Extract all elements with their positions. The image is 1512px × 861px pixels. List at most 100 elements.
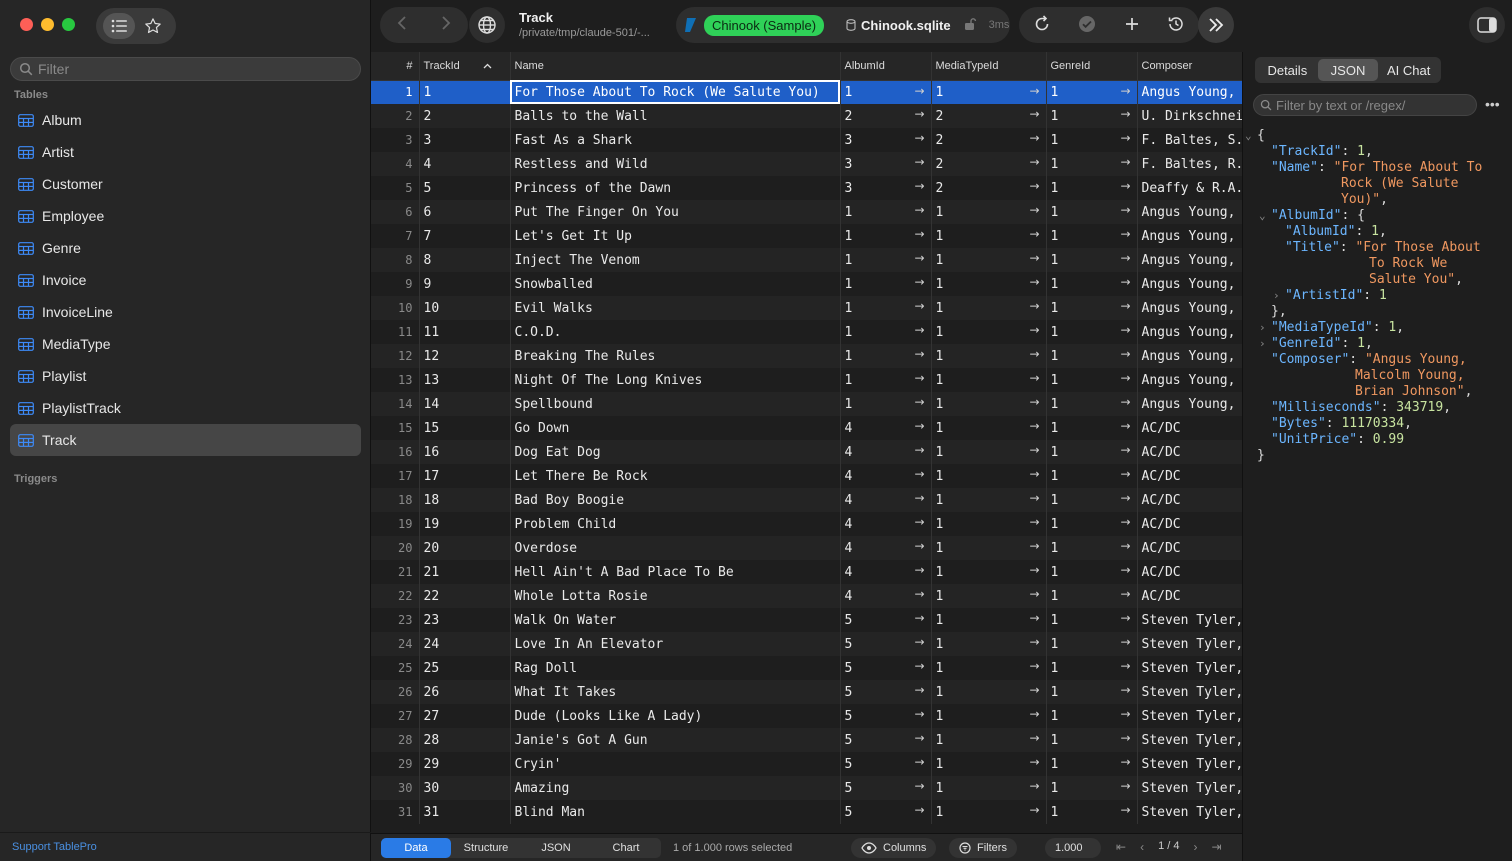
foreign-key-arrow-icon[interactable]: → <box>914 107 924 121</box>
foreign-key-arrow-icon[interactable]: → <box>1029 251 1039 265</box>
foreign-key-arrow-icon[interactable]: → <box>1120 227 1130 241</box>
cell-trackid[interactable]: 1 <box>419 80 511 104</box>
cell-name[interactable]: Cryin' <box>510 752 841 776</box>
cell-mediatypeid[interactable]: 1 → <box>931 776 1047 800</box>
cell-albumid[interactable]: 5 → <box>840 728 932 752</box>
foreign-key-arrow-icon[interactable]: → <box>1120 155 1130 169</box>
cell-trackid[interactable]: 14 <box>419 392 511 416</box>
cell-trackid[interactable]: 15 <box>419 416 511 440</box>
cell-genreid[interactable]: 1 → <box>1046 416 1138 440</box>
foreign-key-arrow-icon[interactable]: → <box>1120 107 1130 121</box>
cell-name[interactable]: Blind Man <box>510 800 841 824</box>
cell-mediatypeid[interactable]: 1 → <box>931 608 1047 632</box>
minimize-window-button[interactable] <box>41 18 54 31</box>
cell-albumid[interactable]: 5 → <box>840 656 932 680</box>
cell-trackid[interactable]: 8 <box>419 248 511 272</box>
foreign-key-arrow-icon[interactable]: → <box>1029 755 1039 769</box>
table-row[interactable]: 30 30 Amazing 5 → 1 → 1 → Steven Tyler, <box>371 776 1242 800</box>
cell-name[interactable]: Let There Be Rock <box>510 464 841 488</box>
column-header-albumid[interactable]: AlbumId <box>840 52 932 81</box>
cell-composer[interactable]: AC/DC <box>1137 464 1242 488</box>
sidebar-item-playlisttrack[interactable]: PlaylistTrack <box>10 392 361 424</box>
foreign-key-arrow-icon[interactable]: → <box>1029 275 1039 289</box>
foreign-key-arrow-icon[interactable]: → <box>1120 755 1130 769</box>
cell-name[interactable]: Balls to the Wall <box>510 104 841 128</box>
cell-name[interactable]: Rag Doll <box>510 656 841 680</box>
foreign-key-arrow-icon[interactable]: → <box>914 443 924 457</box>
prev-page-button[interactable]: ‹ <box>1140 840 1144 854</box>
foreign-key-arrow-icon[interactable]: → <box>1029 419 1039 433</box>
chevron-right-icon[interactable]: › <box>1259 336 1266 352</box>
cell-albumid[interactable]: 4 → <box>840 536 932 560</box>
cell-trackid[interactable]: 20 <box>419 536 511 560</box>
foreign-key-arrow-icon[interactable]: → <box>914 635 924 649</box>
cell-mediatypeid[interactable]: 2 → <box>931 152 1047 176</box>
table-row[interactable]: 17 17 Let There Be Rock 4 → 1 → 1 → AC/DC <box>371 464 1242 488</box>
cell-mediatypeid[interactable]: 1 → <box>931 680 1047 704</box>
column-header-mediatypeid[interactable]: MediaTypeId <box>931 52 1047 81</box>
cell-mediatypeid[interactable]: 1 → <box>931 344 1047 368</box>
cell-mediatypeid[interactable]: 1 → <box>931 704 1047 728</box>
ellipsis-icon[interactable]: ••• <box>1485 96 1500 112</box>
cell-mediatypeid[interactable]: 1 → <box>931 392 1047 416</box>
cell-mediatypeid[interactable]: 1 → <box>931 368 1047 392</box>
foreign-key-arrow-icon[interactable]: → <box>1029 347 1039 361</box>
sidebar-item-employee[interactable]: Employee <box>10 200 361 232</box>
table-row[interactable]: 8 8 Inject The Venom 1 → 1 → 1 → Angus Young, <box>371 248 1242 272</box>
connection-status[interactable]: Chinook (Sample) Chinook.sqlite 3ms <box>676 7 1010 43</box>
filters-button[interactable]: Filters <box>949 838 1017 858</box>
column-header-genreid[interactable]: GenreId <box>1046 52 1138 81</box>
cell-albumid[interactable]: 1 → <box>840 344 932 368</box>
foreign-key-arrow-icon[interactable]: → <box>914 731 924 745</box>
cell-name[interactable]: Dude (Looks Like A Lady) <box>510 704 841 728</box>
cell-composer[interactable]: Steven Tyler, <box>1137 800 1242 824</box>
foreign-key-arrow-icon[interactable]: → <box>1029 467 1039 481</box>
cell-mediatypeid[interactable]: 1 → <box>931 536 1047 560</box>
foreign-key-arrow-icon[interactable]: → <box>1029 659 1039 673</box>
foreign-key-arrow-icon[interactable]: → <box>1029 635 1039 649</box>
cell-albumid[interactable]: 1 → <box>840 296 932 320</box>
table-row[interactable]: 5 5 Princess of the Dawn 3 → 2 → 1 → Deaffy & R.A… <box>371 176 1242 200</box>
foreign-key-arrow-icon[interactable]: → <box>1029 395 1039 409</box>
cell-composer[interactable]: Steven Tyler, <box>1137 680 1242 704</box>
cell-composer[interactable]: Steven Tyler, <box>1137 608 1242 632</box>
cell-genreid[interactable]: 1 → <box>1046 584 1138 608</box>
cell-name[interactable]: Love In An Elevator <box>510 632 841 656</box>
foreign-key-arrow-icon[interactable]: → <box>1029 84 1039 98</box>
foreign-key-arrow-icon[interactable]: → <box>1029 155 1039 169</box>
cell-composer[interactable]: Angus Young, <box>1137 200 1242 224</box>
cell-composer[interactable]: Angus Young, <box>1137 272 1242 296</box>
column-header-rownum[interactable]: # <box>371 52 420 81</box>
cell-albumid[interactable]: 5 → <box>840 632 932 656</box>
chevron-down-icon[interactable]: ⌄ <box>1245 128 1252 144</box>
cell-mediatypeid[interactable]: 2 → <box>931 128 1047 152</box>
cell-albumid[interactable]: 2 → <box>840 104 932 128</box>
cell-composer[interactable]: Steven Tyler, <box>1137 704 1242 728</box>
foreign-key-arrow-icon[interactable]: → <box>914 179 924 193</box>
foreign-key-arrow-icon[interactable]: → <box>1120 395 1130 409</box>
foreign-key-arrow-icon[interactable]: → <box>914 203 924 217</box>
foreign-key-arrow-icon[interactable]: → <box>1120 731 1130 745</box>
column-header-name[interactable]: Name <box>510 52 841 81</box>
cell-genreid[interactable]: 1 → <box>1046 632 1138 656</box>
foreign-key-arrow-icon[interactable]: → <box>1120 467 1130 481</box>
cell-trackid[interactable]: 4 <box>419 152 511 176</box>
more-toolbar-button[interactable] <box>1198 7 1234 43</box>
foreign-key-arrow-icon[interactable]: → <box>1029 515 1039 529</box>
json-filter-input[interactable]: Filter by text or /regex/ <box>1253 94 1477 116</box>
cell-name[interactable]: Go Down <box>510 416 841 440</box>
sidebar-item-playlist[interactable]: Playlist <box>10 360 361 392</box>
cell-composer[interactable]: Steven Tyler, <box>1137 728 1242 752</box>
foreign-key-arrow-icon[interactable]: → <box>1120 443 1130 457</box>
cell-composer[interactable]: F. Baltes, S. <box>1137 128 1242 152</box>
cell-composer[interactable]: Angus Young, <box>1137 224 1242 248</box>
zoom-window-button[interactable] <box>62 18 75 31</box>
table-row[interactable]: 1 1 For Those About To Rock (We Salute You… <box>371 80 1242 104</box>
cell-composer[interactable]: AC/DC <box>1137 512 1242 536</box>
cell-mediatypeid[interactable]: 1 → <box>931 800 1047 824</box>
cell-composer[interactable]: U. Dirkschnei <box>1137 104 1242 128</box>
cell-mediatypeid[interactable]: 1 → <box>931 632 1047 656</box>
chevron-down-icon[interactable]: ⌄ <box>1259 208 1266 224</box>
table-row[interactable]: 21 21 Hell Ain't A Bad Place To Be 4 → 1 → 1 → AC… <box>371 560 1242 584</box>
foreign-key-arrow-icon[interactable]: → <box>914 803 924 817</box>
